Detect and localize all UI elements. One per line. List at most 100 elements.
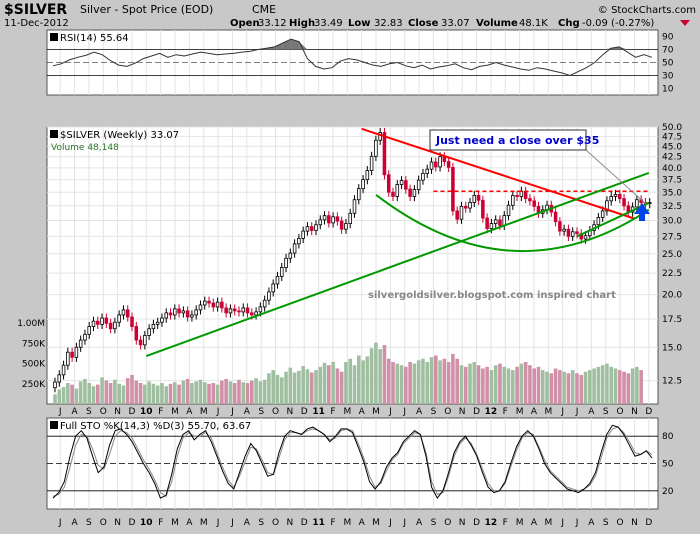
volume-label: Volume [476, 18, 518, 29]
rsi-axis-tick: 70 [662, 46, 674, 56]
candle-body [100, 317, 104, 325]
volume-bar [215, 384, 220, 404]
month-tick-label: N [459, 518, 466, 528]
volume-bar [532, 368, 536, 404]
volume-bar [493, 365, 498, 404]
volume-bar [476, 365, 481, 404]
candle-body [262, 299, 267, 308]
rsi-panel: 90 70 50 30 10 RSI(14) 55.64 [46, 29, 674, 96]
volume-bar [609, 366, 614, 404]
candle-body [198, 304, 203, 311]
candle-body [250, 312, 254, 316]
candle-body [528, 198, 532, 202]
candle-body [134, 326, 139, 341]
month-tick-label: F [330, 518, 335, 528]
candle-body [164, 312, 169, 319]
month-tick-label: 12 [485, 407, 498, 417]
volume-bar [53, 394, 57, 404]
volume-bar [74, 388, 79, 404]
month-tick-label: A [71, 407, 78, 417]
candle-body [425, 168, 430, 174]
symbol-label: $SILVER [4, 2, 67, 18]
month-tick-label: A [416, 407, 423, 417]
candle-body [331, 216, 335, 224]
volume-bar [352, 365, 357, 404]
volume-bar [562, 371, 566, 404]
volume-bar [626, 373, 631, 404]
candle-body [511, 195, 515, 206]
candle-body [224, 307, 228, 314]
candle-body [472, 195, 477, 203]
month-tick-label: F [330, 407, 335, 417]
candle-body [66, 351, 70, 366]
month-tick-label: J [402, 407, 406, 417]
volume-bar [442, 358, 447, 404]
candle-body [562, 228, 566, 232]
month-tick-label: M [171, 407, 179, 417]
volume-bar [134, 380, 139, 404]
candle-body [254, 311, 258, 316]
rsi-axis-tick: 90 [662, 33, 674, 43]
candle-body [207, 300, 211, 304]
volume-axis-tick: 750K [22, 339, 46, 349]
volume-bar [151, 383, 156, 404]
month-axis-price: J A S O N D 10 F M A M J J A S O N D 11 F M A M J J A S O N D 12 F M A M J J… [58, 407, 653, 417]
candle-body [438, 156, 442, 168]
volume-bar [374, 342, 378, 404]
candle-body [575, 231, 579, 235]
candle-body [279, 267, 284, 277]
candle-body [194, 309, 198, 316]
candle-body [228, 308, 233, 314]
month-tick-label: 11 [312, 518, 325, 528]
candle-body [459, 205, 464, 220]
month-tick-label: N [631, 407, 638, 417]
month-tick-label: M [200, 518, 208, 528]
rsi-axis-tick: 50 [662, 59, 674, 69]
candle-body [138, 339, 143, 346]
month-tick-label: N [459, 407, 466, 417]
close-value: 33.07 [441, 18, 470, 29]
month-tick-label: M [343, 518, 351, 528]
volume-bar [515, 366, 519, 404]
volume-bar [121, 385, 126, 404]
volume-bar [344, 362, 348, 404]
month-tick-label: S [431, 518, 437, 528]
candle-body [113, 321, 117, 330]
volume-bar [309, 372, 314, 404]
month-tick-label: O [100, 407, 107, 417]
price-axis-tick: 45.0 [662, 142, 682, 152]
volume-bar [489, 370, 494, 404]
candle-body [91, 320, 96, 327]
month-axis-bottom: J A S O N D 10 F M A M J J A S O N D 11 F M A M J J A S O N D 12 F M A M J J… [58, 518, 653, 528]
volume-bar [237, 379, 241, 404]
volume-bar [113, 379, 117, 404]
volume-bar [588, 370, 592, 404]
volume-bar [331, 362, 335, 404]
stochastic-panel: 80 50 20 Full STO %K(14,3) %D(3) 55.70, 63… [46, 417, 674, 510]
volume-bar [391, 362, 395, 404]
month-tick-label: 10 [140, 518, 153, 528]
month-tick-label: A [531, 518, 538, 528]
candle-body [365, 170, 370, 181]
down-triangle-icon [680, 20, 690, 26]
volume-bar [605, 363, 609, 404]
candle-body [57, 374, 62, 383]
price-panel: 50.047.545.042.540.037.535.032.530.027.5… [17, 123, 682, 405]
month-tick-label: O [617, 407, 624, 417]
candle-body [314, 224, 318, 231]
candle-body [258, 306, 263, 313]
volume-bar [575, 373, 579, 404]
volume-bar [297, 370, 301, 404]
month-tick-label: A [186, 518, 193, 528]
month-tick-label: S [258, 407, 264, 417]
volume-bar [70, 384, 74, 404]
candle-body [117, 314, 121, 323]
candle-body [613, 193, 618, 197]
price-axis-tick: 12.5 [662, 377, 682, 387]
candle-body [125, 309, 130, 318]
volume-bar [472, 362, 477, 404]
candle-body [374, 139, 378, 157]
volume-bar [446, 362, 451, 404]
month-tick-label: D [645, 407, 652, 417]
candle-body [485, 217, 489, 229]
